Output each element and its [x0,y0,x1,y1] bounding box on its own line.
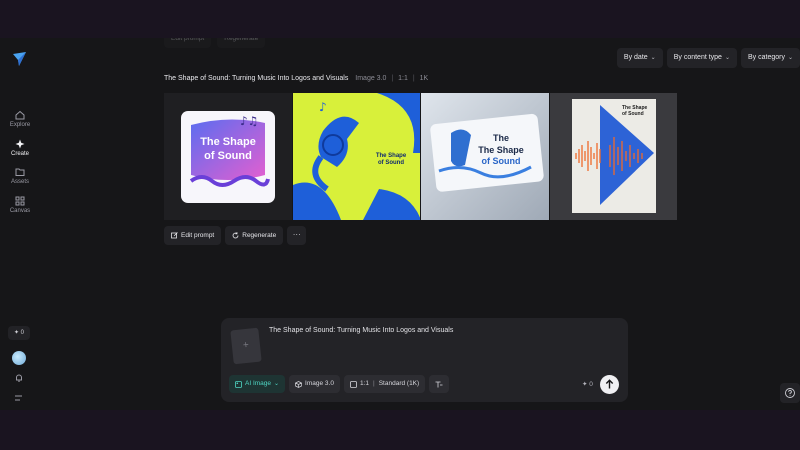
sidebar-item-label: Assets [10,179,29,185]
previous-actions: Edit prompt Regenerate [164,38,266,48]
music-note-icon: ♪ [319,100,327,114]
chevron-down-icon: ⌄ [650,55,656,61]
edit-prompt-label: Edit prompt [181,232,215,239]
ai-image-selector[interactable]: AI Image ⌄ [229,375,286,393]
filter-by-content-type[interactable]: By content type ⌄ [666,48,737,68]
sidebar-item-label: Canvas [9,208,31,214]
letterbox-bottom [0,410,800,450]
bell-icon[interactable] [14,373,24,383]
chevron-down-icon: ⌄ [724,55,730,61]
result-resolution: 1K [419,75,429,82]
more-options-button[interactable]: ··· [287,226,307,245]
tile-text-line1: The Shape [200,136,256,148]
prompt-panel: + The Shape of Sound: Turning Music Into… [221,318,628,402]
quality-label: Standard (1K) [378,380,420,387]
chevron-down-icon: ⌄ [787,55,793,61]
model-selector[interactable]: Image 3.0 [289,375,340,393]
prompt-toolbar: AI Image ⌄ Image 3.0 1:1 | Standard (1K) [229,375,450,393]
generate-button[interactable] [600,375,619,394]
result-actions: Edit prompt Regenerate ··· [164,226,307,245]
generated-image-2[interactable]: ♪ The Shape of Sound [292,93,420,220]
sparkle-icon [15,139,25,149]
tile-text-line3: of Sound [482,156,521,166]
generated-image-4[interactable]: The Shape of Sound [549,93,677,220]
app-logo-icon[interactable] [11,51,27,67]
generated-image-3[interactable]: The The Shape of Sound [421,93,549,220]
filter-bar: By date ⌄ By content type ⌄ By category ⌄ [616,48,800,68]
sidebar-item-label: Create [10,151,29,157]
aspect-ratio-icon [350,380,357,388]
generated-image-1[interactable]: The Shape of Sound ♪♫ [164,93,292,220]
sidebar-item-label: Explore [9,122,31,128]
music-note-icon: ♪♫ [240,114,258,128]
filter-label: By category [748,54,785,61]
chevron-down-icon: ⌄ [274,381,280,387]
tile-text-line2: of Sound [622,111,644,117]
app-window: Explore Create Assets Canvas ✦ 0 Edit pr… [0,38,800,410]
menu-icon[interactable] [14,394,24,402]
edit-prompt-button-faded[interactable]: Edit prompt [164,38,212,48]
result-ratio: 1:1 [398,75,408,82]
tile-text-line2: The Shape [478,145,524,155]
help-button[interactable] [780,383,800,403]
result-title: The Shape of Sound: Turning Music Into L… [164,75,349,82]
edit-prompt-button[interactable]: Edit prompt [164,226,222,245]
filter-by-category[interactable]: By category ⌄ [741,48,800,68]
separator: | [391,75,394,82]
home-icon [15,110,25,120]
tile-text-line2: of Sound [204,150,252,162]
filter-label: By date [623,54,648,61]
letterbox-top [0,0,800,38]
model-label: Image 3.0 [305,380,334,387]
tile-text-line1: The [493,133,509,143]
ratio-quality-selector[interactable]: 1:1 | Standard (1K) [343,375,426,393]
edit-icon [171,232,178,239]
help-icon [785,388,795,398]
text-style-icon [435,381,443,387]
sidebar-item-assets[interactable]: Assets [0,167,40,185]
regenerate-button[interactable]: Regenerate [225,226,284,245]
reference-image-upload[interactable]: + [230,327,262,365]
cube-icon [295,380,302,388]
generated-images: The Shape of Sound ♪♫ ♪ The Shape of Sou… [164,93,677,220]
sidebar-item-canvas[interactable]: Canvas [0,196,40,214]
avatar[interactable] [12,351,26,365]
tile-text-line1: The Shape [375,153,406,159]
separator: | [373,380,375,387]
prompt-input[interactable]: The Shape of Sound: Turning Music Into L… [269,327,453,334]
filter-label: By content type [673,54,722,61]
ratio-label: 1:1 [359,380,370,387]
tile-text-line2: of Sound [378,160,404,166]
credits-badge[interactable]: ✦ 0 [8,326,30,340]
sidebar-item-create[interactable]: Create [0,139,40,157]
sidebar: Explore Create Assets Canvas ✦ 0 [0,38,40,410]
folder-icon [15,168,25,176]
ai-image-label: AI Image [245,380,272,387]
regenerate-label: Regenerate [242,232,277,239]
image-icon [235,380,242,388]
sidebar-item-explore[interactable]: Explore [0,110,40,128]
separator: | [412,75,415,82]
result-header: The Shape of Sound: Turning Music Into L… [164,75,428,82]
refresh-icon [232,232,239,239]
result-model: Image 3.0 [355,75,387,82]
arrow-up-icon [605,379,614,389]
grid-icon [15,196,25,206]
regenerate-button-faded[interactable]: Regenerate [217,38,266,48]
generation-cost: ✦ 0 [582,381,593,388]
text-settings-button[interactable] [429,375,450,393]
filter-by-date[interactable]: By date ⌄ [616,48,663,68]
